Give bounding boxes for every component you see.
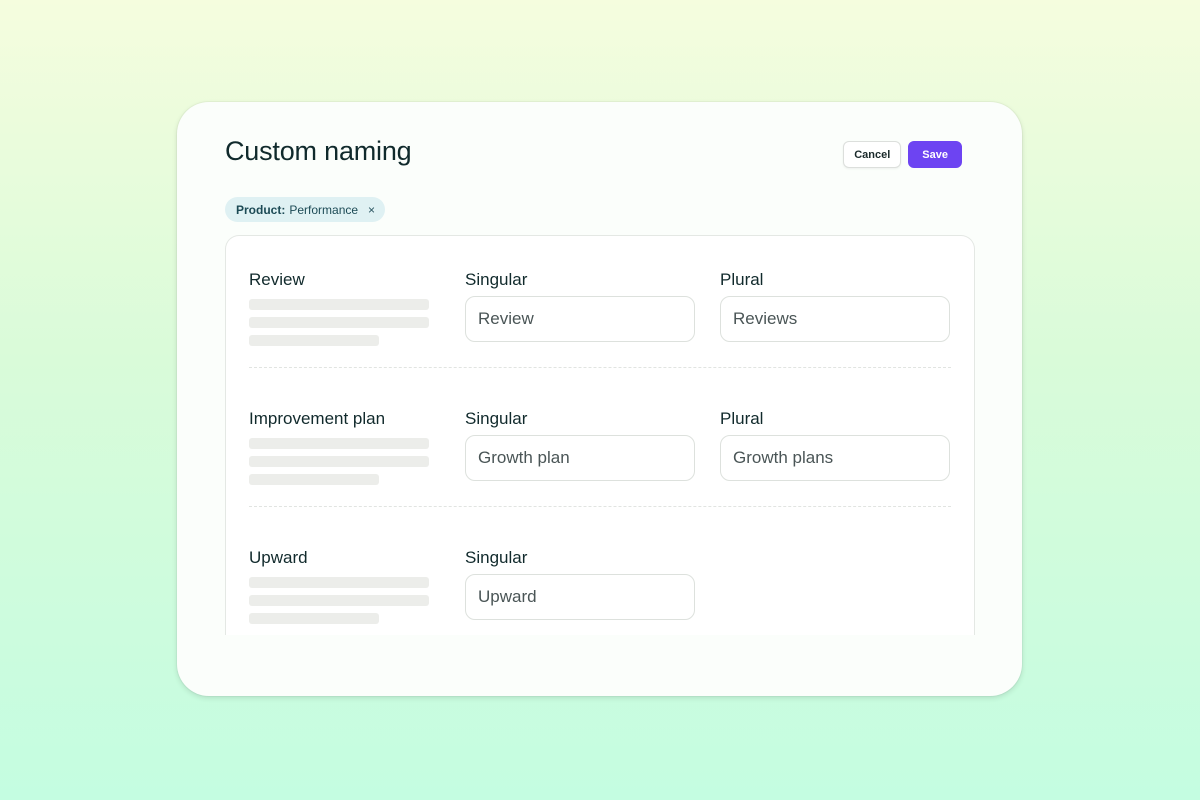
header-actions: Cancel Save — [843, 141, 962, 168]
filter-chip-value: Performance — [289, 202, 359, 217]
row-title: Upward — [249, 548, 308, 567]
singular-input[interactable] — [465, 574, 695, 620]
naming-row-review: Review Singular Plural — [249, 246, 951, 356]
singular-label: Singular — [465, 548, 528, 567]
plural-input[interactable] — [720, 435, 950, 481]
singular-input[interactable] — [465, 435, 695, 481]
row-divider — [249, 506, 951, 507]
cancel-button[interactable]: Cancel — [843, 141, 902, 168]
description-placeholder — [249, 577, 429, 588]
naming-row-upward: Upward Singular — [249, 524, 951, 634]
plural-input[interactable] — [720, 296, 950, 342]
row-divider — [249, 367, 951, 368]
row-title: Review — [249, 270, 305, 289]
description-placeholder — [249, 299, 429, 310]
row-title: Improvement plan — [249, 409, 386, 428]
naming-row-improvement-plan: Improvement plan Singular Plural — [249, 385, 951, 495]
naming-panel: Review Singular Plural Improvement plan … — [225, 235, 975, 635]
product-filter-chip[interactable]: Product: Performance × — [225, 197, 386, 222]
plural-label: Plural — [720, 270, 764, 289]
singular-label: Singular — [465, 409, 528, 428]
singular-label: Singular — [465, 270, 528, 289]
description-placeholder — [249, 613, 379, 624]
description-placeholder — [249, 317, 429, 328]
description-placeholder — [249, 335, 379, 346]
description-placeholder — [249, 438, 429, 449]
filter-chip-key: Product: — [236, 202, 286, 217]
plural-label: Plural — [720, 409, 764, 428]
description-placeholder — [249, 474, 379, 485]
description-placeholder — [249, 595, 429, 606]
custom-naming-card: Custom naming Cancel Save Product: Perfo… — [177, 102, 1022, 696]
close-icon[interactable]: × — [368, 203, 375, 217]
save-button[interactable]: Save — [908, 141, 962, 168]
description-placeholder — [249, 456, 429, 467]
singular-input[interactable] — [465, 296, 695, 342]
page-title: Custom naming — [225, 136, 412, 166]
